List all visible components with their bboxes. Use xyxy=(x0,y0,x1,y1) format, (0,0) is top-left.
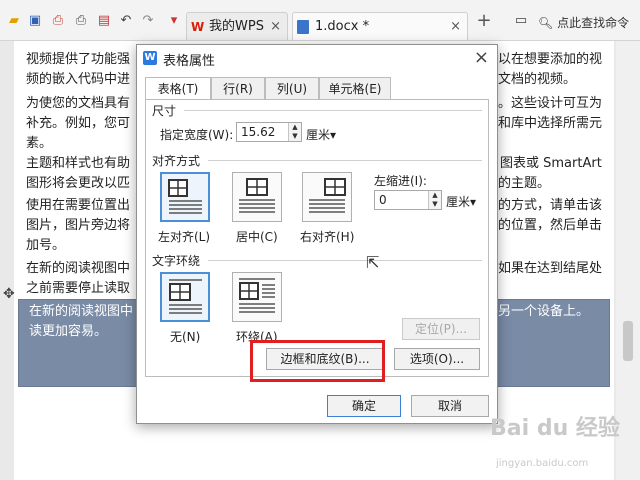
doc-line-right: 的主题。 xyxy=(498,176,551,191)
align-center-icon xyxy=(239,178,275,213)
search-command-label: 点此查找命令 xyxy=(557,16,630,30)
selected-line-right: 在另一个设备上。 xyxy=(485,304,590,319)
align-right-label: 右对齐(H) xyxy=(300,230,355,244)
wrap-section-label: 文字环绕 xyxy=(152,254,201,268)
close-icon[interactable]: × xyxy=(270,13,281,41)
close-icon[interactable]: × xyxy=(474,47,489,68)
search-icon: 🔍︎ xyxy=(538,16,554,30)
width-spinner[interactable]: 15.62 ▲ ▼ xyxy=(236,122,302,142)
doc-line: 素。 xyxy=(26,136,53,151)
search-command[interactable]: 🔍︎ 点此查找命令 xyxy=(538,14,629,31)
doc-line: 使用在需要位置出 xyxy=(26,198,131,213)
align-left-icon xyxy=(168,179,202,214)
align-section-label: 对齐方式 xyxy=(152,154,201,168)
doc-line-right: 的位置，然后单击 xyxy=(498,218,603,233)
highlight-annotation xyxy=(250,340,385,382)
watermark: Bai du 经验 xyxy=(490,416,620,441)
wps-logo-icon: W xyxy=(191,20,205,34)
cancel-button[interactable]: 取消 xyxy=(411,395,489,417)
doc-line: 视频提供了功能强 xyxy=(26,52,131,67)
undo-icon[interactable]: ↶ xyxy=(118,13,134,29)
options-button[interactable]: 选项(O)... xyxy=(394,348,480,370)
selected-line: 在新的阅读视图中 xyxy=(29,304,134,319)
width-label: 指定宽度(W): xyxy=(160,128,234,142)
tab-row[interactable]: 行(R) xyxy=(211,77,265,99)
indent-label: 左缩进(I): xyxy=(374,174,427,188)
document-icon xyxy=(297,20,309,34)
watermark-url: jingyan.baidu.com xyxy=(496,458,589,469)
redo-icon[interactable]: ↷ xyxy=(140,13,156,29)
doc-line-right: 的方式，请单击该 xyxy=(498,198,603,213)
wrap-around-icon xyxy=(239,278,275,313)
divider xyxy=(208,260,482,261)
close-icon[interactable]: × xyxy=(450,13,461,41)
indent-spinner[interactable]: 0 ▲ ▼ xyxy=(374,190,442,210)
size-section-label: 尺寸 xyxy=(152,104,177,118)
tab-document[interactable]: 1.docx * × xyxy=(292,12,468,40)
doc-line: 频的嵌入代码中进 xyxy=(26,72,131,87)
dialog-titlebar[interactable]: W 表格属性 × xyxy=(137,45,497,71)
align-left-option[interactable] xyxy=(160,172,210,222)
print-preview-icon[interactable]: ⎙ xyxy=(50,13,66,29)
divider xyxy=(184,110,482,111)
table-move-handle-icon[interactable]: ✥ xyxy=(3,286,15,302)
doc-line-right: 和库中选择所需元 xyxy=(498,116,603,131)
tab-panel-table: 尺寸 指定宽度(W): 15.62 ▲ ▼ 厘米▾ 对齐方式 左对齐(L) 居中… xyxy=(145,99,489,377)
export-pdf-icon[interactable]: ▤ xyxy=(96,13,112,29)
print-icon[interactable]: ⎙ xyxy=(73,13,89,29)
selected-line: 读更加容易。 xyxy=(29,324,108,339)
divider xyxy=(208,160,482,161)
align-right-icon xyxy=(309,178,346,213)
doc-line-right: 如果在达到结尾处 xyxy=(498,261,603,276)
align-left-label: 左对齐(L) xyxy=(158,230,211,244)
doc-line-right: 以在想要添加的视 xyxy=(498,52,603,67)
tab-label: 1.docx * xyxy=(315,19,370,34)
indent-unit-select[interactable]: 厘米▾ xyxy=(446,193,476,210)
tab-column[interactable]: 列(U) xyxy=(265,77,319,99)
doc-line: 图形将会更改以匹 xyxy=(26,176,131,191)
doc-line-right: 。这些设计可互为 xyxy=(498,96,603,111)
doc-line: 主题和样式也有助 xyxy=(26,156,131,171)
spinner-arrows-icon[interactable]: ▲ ▼ xyxy=(288,123,301,141)
doc-line: 为使您的文档具有 xyxy=(26,96,131,111)
wrap-none-icon xyxy=(169,279,202,314)
tab-cell[interactable]: 单元格(E) xyxy=(319,77,391,99)
title-toolbar: ▰ ▣ ⎙ ⎙ ▤ ↶ ↷ ▾ W 我的WPS × 1.docx * × + ▭… xyxy=(0,0,640,41)
dialog-title: 表格属性 xyxy=(163,54,216,69)
width-value: 15.62 xyxy=(241,125,276,139)
align-right-option[interactable] xyxy=(302,172,352,222)
tab-my-wps[interactable]: W 我的WPS × xyxy=(186,12,288,40)
dropdown-icon[interactable]: ▾ xyxy=(166,13,182,29)
doc-line: 之前需要停止读取 xyxy=(26,281,131,296)
wrap-none-option[interactable] xyxy=(160,272,210,322)
position-button[interactable]: 定位(P)... xyxy=(402,318,480,340)
tab-table[interactable]: 表格(T) xyxy=(145,77,211,100)
open-folder-icon[interactable]: ▰ xyxy=(6,13,22,29)
scrollbar-thumb[interactable] xyxy=(623,321,633,361)
doc-line-right: 图表或 SmartArt xyxy=(500,156,602,171)
layout-icon[interactable]: ▭ xyxy=(513,13,529,29)
wrap-around-option[interactable] xyxy=(232,272,282,322)
doc-line: 加号。 xyxy=(26,238,66,253)
doc-line: 补充。例如，您可 xyxy=(26,116,131,131)
mouse-cursor-icon: ⇱ xyxy=(366,253,380,272)
indent-value: 0 xyxy=(379,193,387,207)
width-unit-select[interactable]: 厘米▾ xyxy=(306,126,336,143)
doc-line: 图片，图片旁边将 xyxy=(26,218,131,233)
doc-line-right: 文档的视频。 xyxy=(498,72,577,87)
doc-line: 在新的阅读视图中 xyxy=(26,261,131,276)
tab-label: 我的WPS xyxy=(209,19,264,34)
ok-button[interactable]: 确定 xyxy=(327,395,401,417)
save-icon[interactable]: ▣ xyxy=(27,13,43,29)
wps-writer-icon: W xyxy=(143,51,157,65)
new-tab-button[interactable]: + xyxy=(476,12,492,30)
spinner-arrows-icon[interactable]: ▲ ▼ xyxy=(428,191,441,209)
align-center-option[interactable] xyxy=(232,172,282,222)
wrap-none-label: 无(N) xyxy=(170,330,201,344)
align-center-label: 居中(C) xyxy=(236,230,278,244)
